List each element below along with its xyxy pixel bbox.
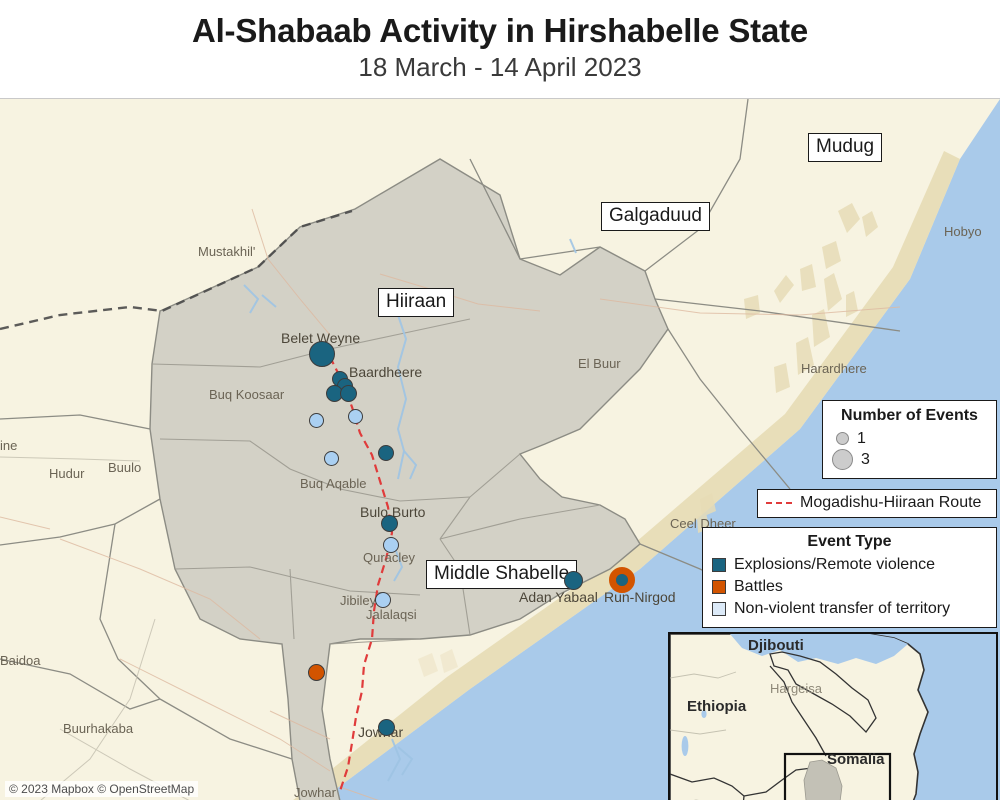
swatch-explosions-icon <box>712 558 726 572</box>
event-marker-nonviolent[interactable] <box>308 412 324 428</box>
event-marker-explosions[interactable] <box>339 384 357 402</box>
legend-size-label-3: 3 <box>861 450 870 468</box>
legend-event-type: Event Type Explosions/Remote violence Ba… <box>702 527 997 628</box>
legend-number-of-events: Number of Events 1 3 <box>822 400 997 479</box>
event-marker-nonviolent[interactable] <box>323 450 339 466</box>
map-page: Al-Shabaab Activity in Hirshabelle State… <box>0 0 1000 800</box>
event-marker-nonviolent[interactable] <box>375 592 391 608</box>
legend-type-row-explosions: Explosions/Remote violence <box>712 554 987 576</box>
map-attribution[interactable]: © 2023 Mapbox © OpenStreetMap <box>5 781 199 797</box>
event-marker-ring-battles[interactable] <box>609 567 635 593</box>
event-marker-nonviolent[interactable] <box>383 537 399 553</box>
inset-locator-map[interactable]: DjiboutiHargeisaEthiopiaSomaliaMogadishu… <box>668 632 998 800</box>
legend-type-row-nonviolent: Non-violent transfer of territory <box>712 598 987 620</box>
event-marker-explosions[interactable] <box>378 445 394 461</box>
legend-route-label: Mogadishu-Hiiraan Route <box>800 494 982 511</box>
event-marker-explosions[interactable] <box>563 570 583 590</box>
legend-number-of-events-title: Number of Events <box>841 407 978 424</box>
legend-size-row-1: 1 <box>833 428 986 449</box>
page-title: Al-Shabaab Activity in Hirshabelle State <box>191 12 809 49</box>
header: Al-Shabaab Activity in Hirshabelle State… <box>0 0 1000 98</box>
event-marker-battles[interactable] <box>307 663 325 681</box>
legend-type-label-nonviolent: Non-violent transfer of territory <box>734 600 951 617</box>
size-circle-large-icon <box>832 449 853 470</box>
event-marker-explosions[interactable] <box>380 514 398 532</box>
region-label-mudug: Mudug <box>808 133 883 162</box>
event-marker-nonviolent[interactable] <box>347 408 363 424</box>
route-dashed-line-icon <box>766 502 792 504</box>
page-subtitle: 18 March - 14 April 2023 <box>358 51 642 82</box>
legend-route: Mogadishu-Hiiraan Route <box>757 489 997 518</box>
legend-size-row-3: 3 <box>832 449 986 470</box>
region-label-galgaduud: Galgaduud <box>601 202 710 231</box>
legend-type-label-explosions: Explosions/Remote violence <box>734 556 935 573</box>
region-label-middle-shabelle: Middle Shabelle <box>426 560 578 589</box>
swatch-nonviolent-icon <box>712 602 726 616</box>
region-label-hiiraan: Hiiraan <box>378 288 455 317</box>
legend-size-label-1: 1 <box>857 429 866 447</box>
event-marker-explosions[interactable] <box>377 718 395 736</box>
legend-type-row-battles: Battles <box>712 576 987 598</box>
inset-basemap <box>670 634 996 800</box>
legend-event-type-title: Event Type <box>807 533 892 550</box>
legend-type-label-battles: Battles <box>734 578 783 595</box>
size-circle-small-icon <box>836 432 849 445</box>
swatch-battles-icon <box>712 580 726 594</box>
event-marker-explosions[interactable] <box>309 341 335 367</box>
main-map[interactable]: Mustakhil' Hobyo Belet Weyne El Buur Harardh… <box>0 98 1000 800</box>
